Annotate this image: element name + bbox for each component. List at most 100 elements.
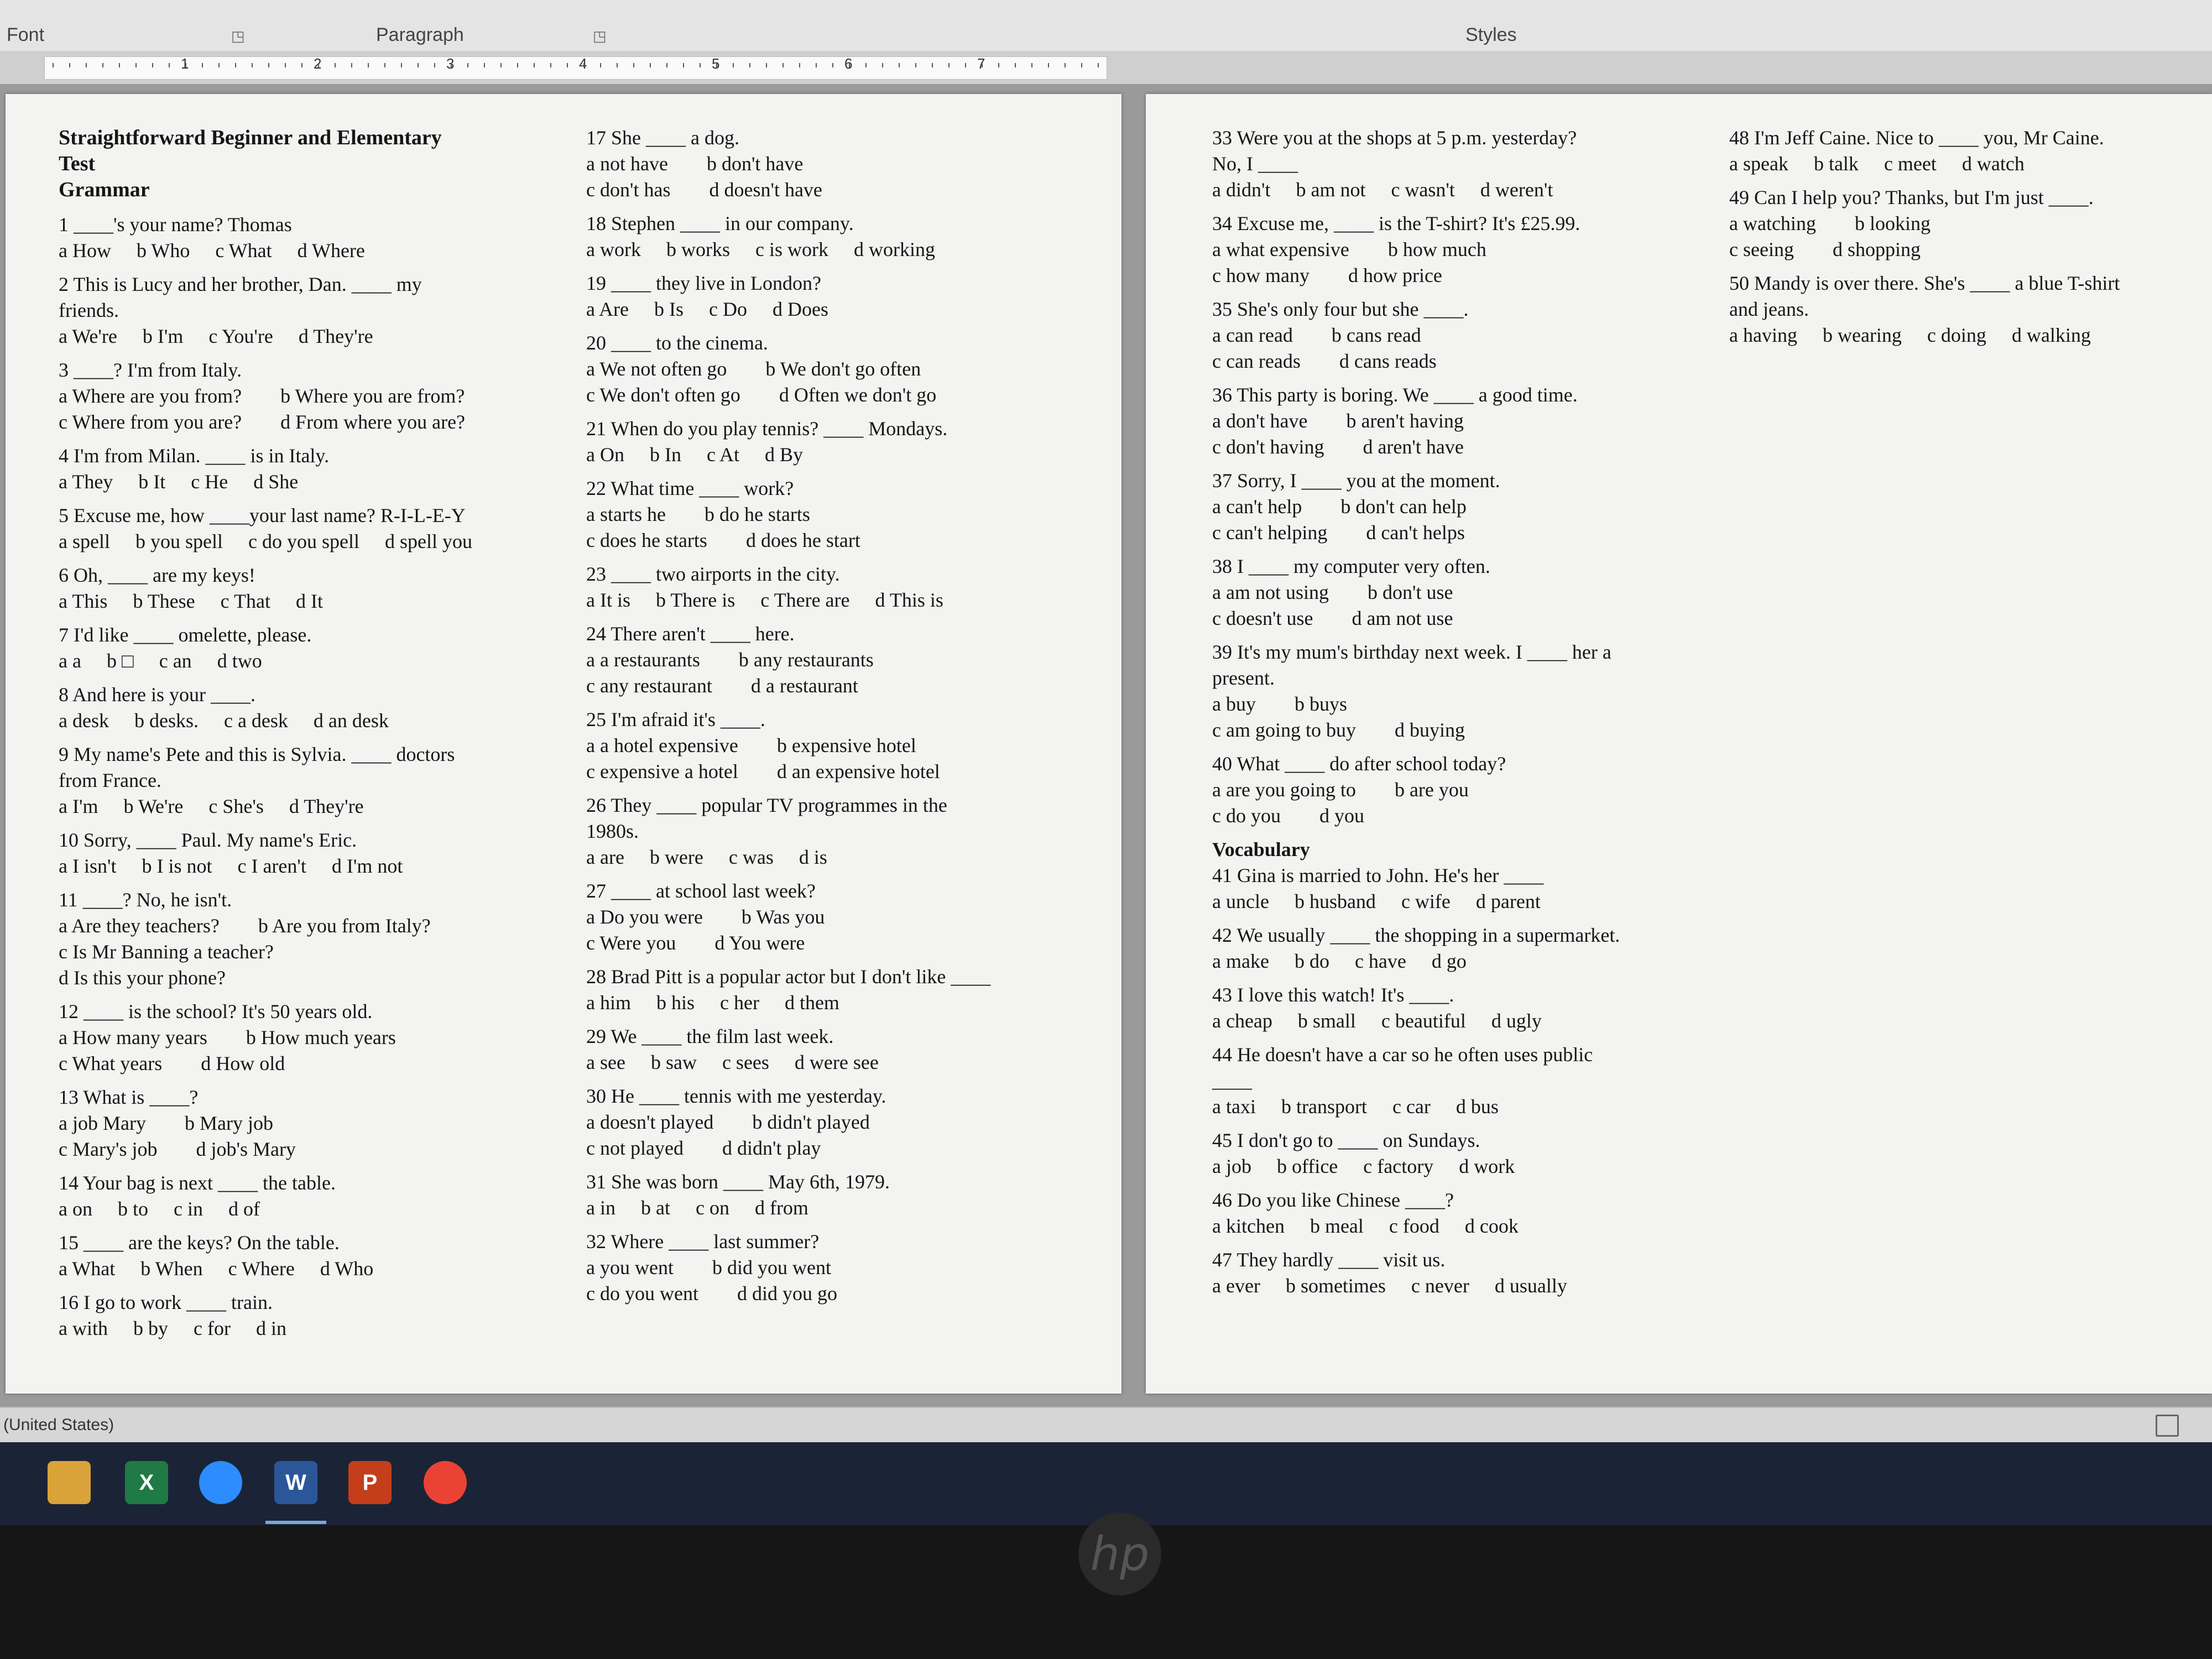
language-status[interactable]: (United States) xyxy=(3,1416,114,1434)
ruler-tick xyxy=(401,63,402,67)
ruler-tick xyxy=(86,63,87,67)
options-row: c how many d how price xyxy=(1212,263,1699,289)
answer-option: d go xyxy=(1431,950,1467,972)
question-item: 20 ____ to the cinema. a We not often go b… xyxy=(586,330,1106,408)
ruler-tick xyxy=(982,63,983,67)
options-row: c seeing d shopping xyxy=(1729,237,2205,263)
zoom-icon[interactable] xyxy=(199,1461,242,1504)
answer-option: c There are xyxy=(760,589,850,611)
answer-option: d working xyxy=(853,238,935,260)
question-text: 17 She ____ a dog. xyxy=(586,127,739,149)
answer-option: b husband xyxy=(1294,890,1376,912)
answer-option: c a desk xyxy=(223,709,288,732)
options-row: a ever b sometimes c never d usually xyxy=(1212,1273,1699,1299)
ruler-tick xyxy=(799,63,800,67)
options-row: c expensive a hotel d an expensive hotel xyxy=(586,759,1106,785)
status-bar: (United States) xyxy=(0,1407,2212,1443)
ruler-tick xyxy=(235,63,236,67)
question-text: 34 Excuse me, ____ is the T-shirt? It's … xyxy=(1212,212,1580,234)
options-row: c can reads d cans reads xyxy=(1212,348,1699,374)
word-icon[interactable]: W xyxy=(274,1461,317,1504)
question-text: 1980s. xyxy=(586,820,639,842)
page-left: Straightforward Beginner and Elementary T… xyxy=(6,94,1121,1394)
answer-option: c wasn't xyxy=(1391,179,1455,201)
column-2: 17 She ____ a dog. a not have b don't have… xyxy=(586,125,1106,1307)
options-row: a in b at c on d from xyxy=(586,1195,1106,1221)
answer-option: a What xyxy=(59,1258,116,1280)
ruler-strip xyxy=(44,56,1107,80)
question-text: 21 When do you play tennis? ____ Mondays… xyxy=(586,418,948,440)
answer-option: c We don't often go xyxy=(586,384,740,406)
answer-option: d job's Mary xyxy=(196,1138,296,1160)
answer-option: a Are they teachers? xyxy=(59,915,220,937)
page-right: 33 Were you at the shops at 5 p.m. yeste… xyxy=(1146,94,2212,1394)
answer-option: a I'm xyxy=(59,795,98,817)
question-item: 25 I'm afraid it's ____. a a hotel expens… xyxy=(586,707,1106,785)
answer-option: c do you spell xyxy=(248,530,359,552)
answer-option: d am not use xyxy=(1352,607,1453,629)
ruler-tick xyxy=(832,63,833,67)
ruler-tick xyxy=(683,63,684,67)
options-row: a I isn't b I is not c I aren't d I'm not xyxy=(59,853,556,879)
question-item: 36 This party is boring. We ____ a good … xyxy=(1212,382,1699,460)
question-text: 41 Gina is married to John. He's her ___… xyxy=(1212,864,1544,886)
options-row: a are b were c was d is xyxy=(586,844,1106,870)
options-row: a uncle b husband c wife d parent xyxy=(1212,889,1699,915)
book-icon[interactable] xyxy=(2156,1415,2179,1437)
answer-option: c can't helping xyxy=(1212,521,1328,544)
options-row: c can't helping d can't helps xyxy=(1212,520,1699,546)
question-item: 44 He doesn't have a car so he often use… xyxy=(1212,1042,1699,1120)
horizontal-ruler[interactable]: 1234567 xyxy=(0,51,2212,85)
options-row: a a b □ c an d two xyxy=(59,648,556,674)
answer-option: d were see xyxy=(794,1051,879,1073)
answer-option: b transport xyxy=(1281,1095,1367,1118)
answer-option: a doesn't played xyxy=(586,1111,714,1133)
answer-option: d of xyxy=(228,1198,260,1220)
options-row: a speak b talk c meet d watch xyxy=(1729,151,2205,177)
options-row: a starts he b do he starts xyxy=(586,502,1106,528)
ruler-tick xyxy=(567,63,568,67)
answer-option: d is xyxy=(799,846,827,868)
paragraph-dialog-launcher-icon[interactable]: ◳ xyxy=(593,28,607,45)
excel-icon[interactable]: X xyxy=(125,1461,168,1504)
options-row: a am not using b don't use xyxy=(1212,580,1699,606)
document-area[interactable]: Straightforward Beginner and Elementary T… xyxy=(0,84,2212,1407)
question-item: 47 They hardly ____ visit us. a ever b som… xyxy=(1212,1247,1699,1299)
question-item: 21 When do you play tennis? ____ Mondays… xyxy=(586,416,1106,468)
ribbon-group-labels: Font ◳ Paragraph ◳ Styles xyxy=(0,0,2212,52)
question-text: 7 I'd like ____ omelette, please. xyxy=(59,624,312,646)
ruler-tick xyxy=(849,63,850,67)
question-text: 27 ____ at school last week? xyxy=(586,880,816,902)
ruler-tick xyxy=(865,63,867,67)
answer-option: c do you went xyxy=(586,1282,698,1305)
store-icon[interactable] xyxy=(48,1461,91,1504)
answer-option: d how price xyxy=(1348,264,1442,286)
options-row: c What years d How old xyxy=(59,1051,556,1077)
question-text: 47 They hardly ____ visit us. xyxy=(1212,1249,1446,1271)
options-row: a watching b looking xyxy=(1729,211,2205,237)
chrome-icon[interactable] xyxy=(424,1461,467,1504)
question-text: 50 Mandy is over there. She's ____ a blu… xyxy=(1729,272,2120,294)
question-item: 33 Were you at the shops at 5 p.m. yeste… xyxy=(1212,125,1699,203)
options-row: a can read b cans read xyxy=(1212,322,1699,348)
ruler-tick xyxy=(915,63,916,67)
powerpoint-icon[interactable]: P xyxy=(348,1461,392,1504)
answer-option: b are you xyxy=(1394,779,1469,801)
question-item: 45 I don't go to ____ on Sundays. a job b … xyxy=(1212,1128,1699,1180)
question-text: 37 Sorry, I ____ you at the moment. xyxy=(1212,469,1500,492)
answer-option: d usually xyxy=(1494,1275,1567,1297)
options-row: a see b saw c sees d were see xyxy=(586,1050,1106,1076)
answer-option: c never xyxy=(1411,1275,1469,1297)
font-dialog-launcher-icon[interactable]: ◳ xyxy=(231,28,245,45)
ruler-tick xyxy=(633,63,634,67)
question-item: 16 I go to work ____ train. a with b by c f… xyxy=(59,1290,556,1342)
answer-option: a taxi xyxy=(1212,1095,1256,1118)
question-item: 40 What ____ do after school today? a are… xyxy=(1212,751,1699,829)
answer-option: b When xyxy=(140,1258,203,1280)
answer-option: c What years xyxy=(59,1052,163,1074)
answer-option: d weren't xyxy=(1480,179,1553,201)
answer-option: b didn't played xyxy=(752,1111,870,1133)
options-row: c any restaurant d a restaurant xyxy=(586,673,1106,699)
question-text: 11 ____? No, he isn't. xyxy=(59,889,232,911)
answer-option: d ugly xyxy=(1491,1010,1542,1032)
